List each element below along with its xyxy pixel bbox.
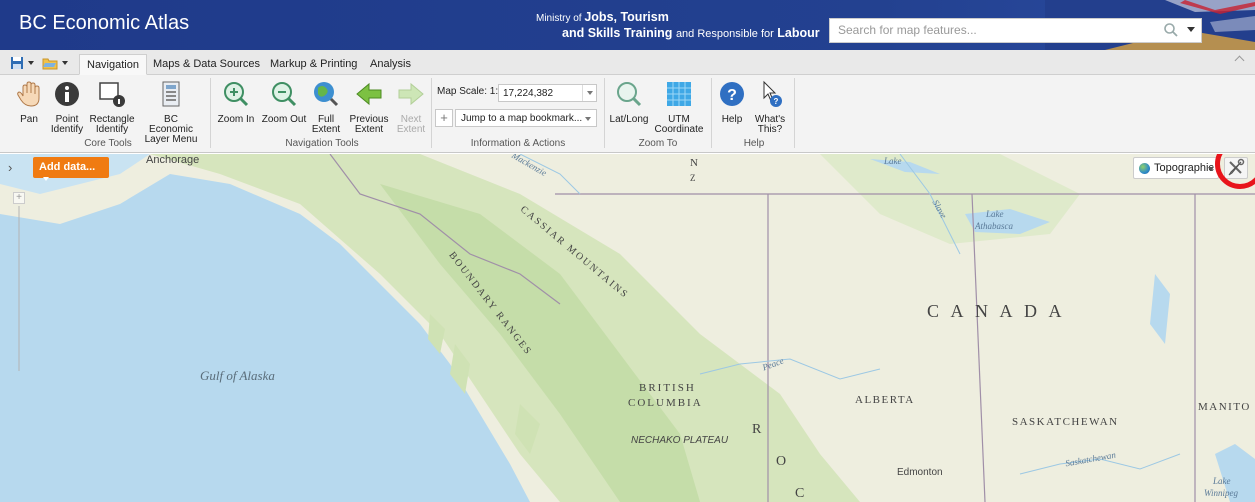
zoom-slider-plus[interactable]: + bbox=[13, 192, 25, 204]
map-label-gulf-of-alaska: Gulf of Alaska bbox=[200, 368, 275, 383]
magnifier-icon bbox=[617, 82, 642, 107]
zoom-out-button[interactable]: Zoom Out bbox=[261, 80, 307, 125]
map-label-columbia: COLUMBIA bbox=[628, 397, 703, 409]
pan-button[interactable]: Pan bbox=[14, 80, 44, 125]
map-label-rocky-o: O bbox=[776, 454, 787, 469]
map-label-lake-winnipeg: Lake bbox=[1213, 476, 1231, 486]
map-view[interactable]: › Add data... + Anchorage Gulf of Alaska… bbox=[0, 154, 1255, 502]
side-panel-toggle[interactable]: › bbox=[8, 160, 20, 176]
group-label-zoom-to: Zoom To bbox=[638, 138, 678, 149]
ribbon-toolbar: Navigation Maps & Data Sources Markup & … bbox=[0, 50, 1255, 153]
save-icon[interactable] bbox=[10, 56, 24, 70]
map-label-anchorage: Anchorage bbox=[146, 154, 200, 166]
ribbon-separator bbox=[604, 78, 605, 148]
open-dropdown-caret[interactable] bbox=[62, 61, 68, 65]
map-scale-input[interactable]: 17,224,382 bbox=[498, 84, 597, 102]
help-button[interactable]: ? Help bbox=[718, 80, 746, 125]
chevron-down-icon bbox=[43, 177, 49, 182]
rectangle-identify-icon bbox=[99, 82, 125, 107]
previous-extent-button[interactable]: Previous Extent bbox=[348, 80, 390, 135]
search-icon[interactable] bbox=[1163, 22, 1179, 38]
ribbon-separator bbox=[210, 78, 211, 148]
map-label-saskatchewan: SASKATCHEWAN bbox=[1012, 416, 1119, 428]
group-label-help: Help bbox=[743, 138, 765, 149]
globe-icon bbox=[1139, 163, 1150, 174]
chevron-down-icon[interactable] bbox=[582, 85, 596, 101]
zoom-slider[interactable]: + bbox=[10, 192, 28, 372]
map-label-lake-north: Lake bbox=[884, 156, 902, 166]
group-label-navigation-tools: Navigation Tools bbox=[285, 138, 359, 149]
map-label-alberta: ALBERTA bbox=[855, 394, 915, 406]
rectangle-identify-button[interactable]: Rectangle Identify bbox=[88, 80, 136, 135]
arrow-left-icon bbox=[356, 82, 382, 106]
search-box[interactable] bbox=[829, 18, 1202, 43]
tab-navigation[interactable]: Navigation bbox=[79, 54, 147, 75]
svg-text:?: ? bbox=[727, 87, 737, 104]
save-dropdown-caret[interactable] bbox=[28, 61, 34, 65]
globe-magnifier-icon bbox=[314, 82, 339, 107]
zoom-in-button[interactable]: Zoom In bbox=[215, 80, 257, 125]
next-extent-button[interactable]: Next Extent bbox=[394, 80, 428, 135]
hand-icon bbox=[17, 81, 40, 107]
group-label-core-tools: Core Tools bbox=[84, 138, 132, 149]
map-label-british: BRITISH bbox=[639, 382, 696, 394]
search-input[interactable] bbox=[830, 19, 1150, 41]
latlong-button[interactable]: Lat/Long bbox=[609, 80, 649, 125]
ribbon-tabbar: Navigation Maps & Data Sources Markup & … bbox=[0, 50, 1255, 75]
search-options-caret[interactable] bbox=[1187, 27, 1195, 32]
map-label-rocky-c: C bbox=[795, 486, 805, 501]
arrow-right-icon bbox=[398, 82, 424, 106]
map-label-nechako-plateau: NECHAKO PLATEAU bbox=[631, 435, 729, 446]
help-icon: ? bbox=[720, 82, 744, 106]
tab-maps-data-sources[interactable]: Maps & Data Sources bbox=[146, 54, 267, 75]
layer-menu-button[interactable]: BC Economic Layer Menu bbox=[143, 80, 199, 145]
zoom-in-icon bbox=[224, 82, 249, 107]
whats-this-icon: ? bbox=[763, 80, 782, 107]
tab-markup-printing[interactable]: Markup & Printing bbox=[263, 54, 364, 75]
ribbon-separator bbox=[794, 78, 795, 148]
map-label-athabasca: Athabasca bbox=[975, 221, 1013, 231]
full-extent-button[interactable]: Full Extent bbox=[308, 80, 344, 135]
map-label-manitoba: MANITO bbox=[1198, 401, 1251, 413]
map-scale-label: Map Scale: 1: bbox=[437, 86, 499, 97]
map-label-z: Z bbox=[690, 173, 696, 183]
quick-access-toolbar bbox=[10, 55, 74, 71]
topographic-basemap bbox=[0, 154, 1255, 502]
ribbon-separator bbox=[711, 78, 712, 148]
ribbon-separator bbox=[431, 78, 432, 148]
map-label-winnipeg: Winnipeg bbox=[1204, 488, 1238, 498]
grid-icon bbox=[667, 82, 691, 106]
map-label-edmonton: Edmonton bbox=[897, 467, 943, 478]
bookmark-dropdown[interactable]: Jump to a map bookmark... bbox=[455, 109, 597, 127]
chevron-down-icon bbox=[1208, 167, 1214, 171]
map-label-lake: Lake bbox=[986, 209, 1004, 219]
add-data-button[interactable]: Add data... bbox=[33, 157, 109, 182]
map-label-rocky-r: R bbox=[752, 422, 762, 437]
zoom-out-icon bbox=[272, 82, 297, 107]
add-bookmark-button[interactable]: + bbox=[435, 109, 453, 127]
basemap-selector[interactable]: Topographic bbox=[1133, 157, 1219, 179]
zoom-slider-track[interactable] bbox=[18, 206, 20, 371]
app-header: BC Economic Atlas Ministry of Jobs, Tour… bbox=[0, 0, 1255, 50]
map-label-n: N bbox=[690, 157, 698, 169]
svg-text:?: ? bbox=[774, 97, 779, 106]
whats-this-button[interactable]: ? What's This? bbox=[750, 80, 790, 135]
info-icon bbox=[55, 82, 79, 106]
layer-menu-icon bbox=[162, 81, 180, 107]
open-folder-icon[interactable] bbox=[42, 56, 58, 70]
utm-coordinate-button[interactable]: UTM Coordinate bbox=[653, 80, 705, 135]
collapse-ribbon-icon[interactable] bbox=[1234, 55, 1245, 66]
app-title: BC Economic Atlas bbox=[19, 12, 190, 34]
map-label-canada: C A N A D A bbox=[927, 301, 1066, 321]
tab-analysis[interactable]: Analysis bbox=[363, 54, 418, 75]
group-label-info-actions: Information & Actions bbox=[470, 138, 566, 149]
point-identify-button[interactable]: Point Identify bbox=[50, 80, 84, 135]
ministry-logo: Ministry of Jobs, Tourism and Skills Tra… bbox=[536, 10, 820, 40]
